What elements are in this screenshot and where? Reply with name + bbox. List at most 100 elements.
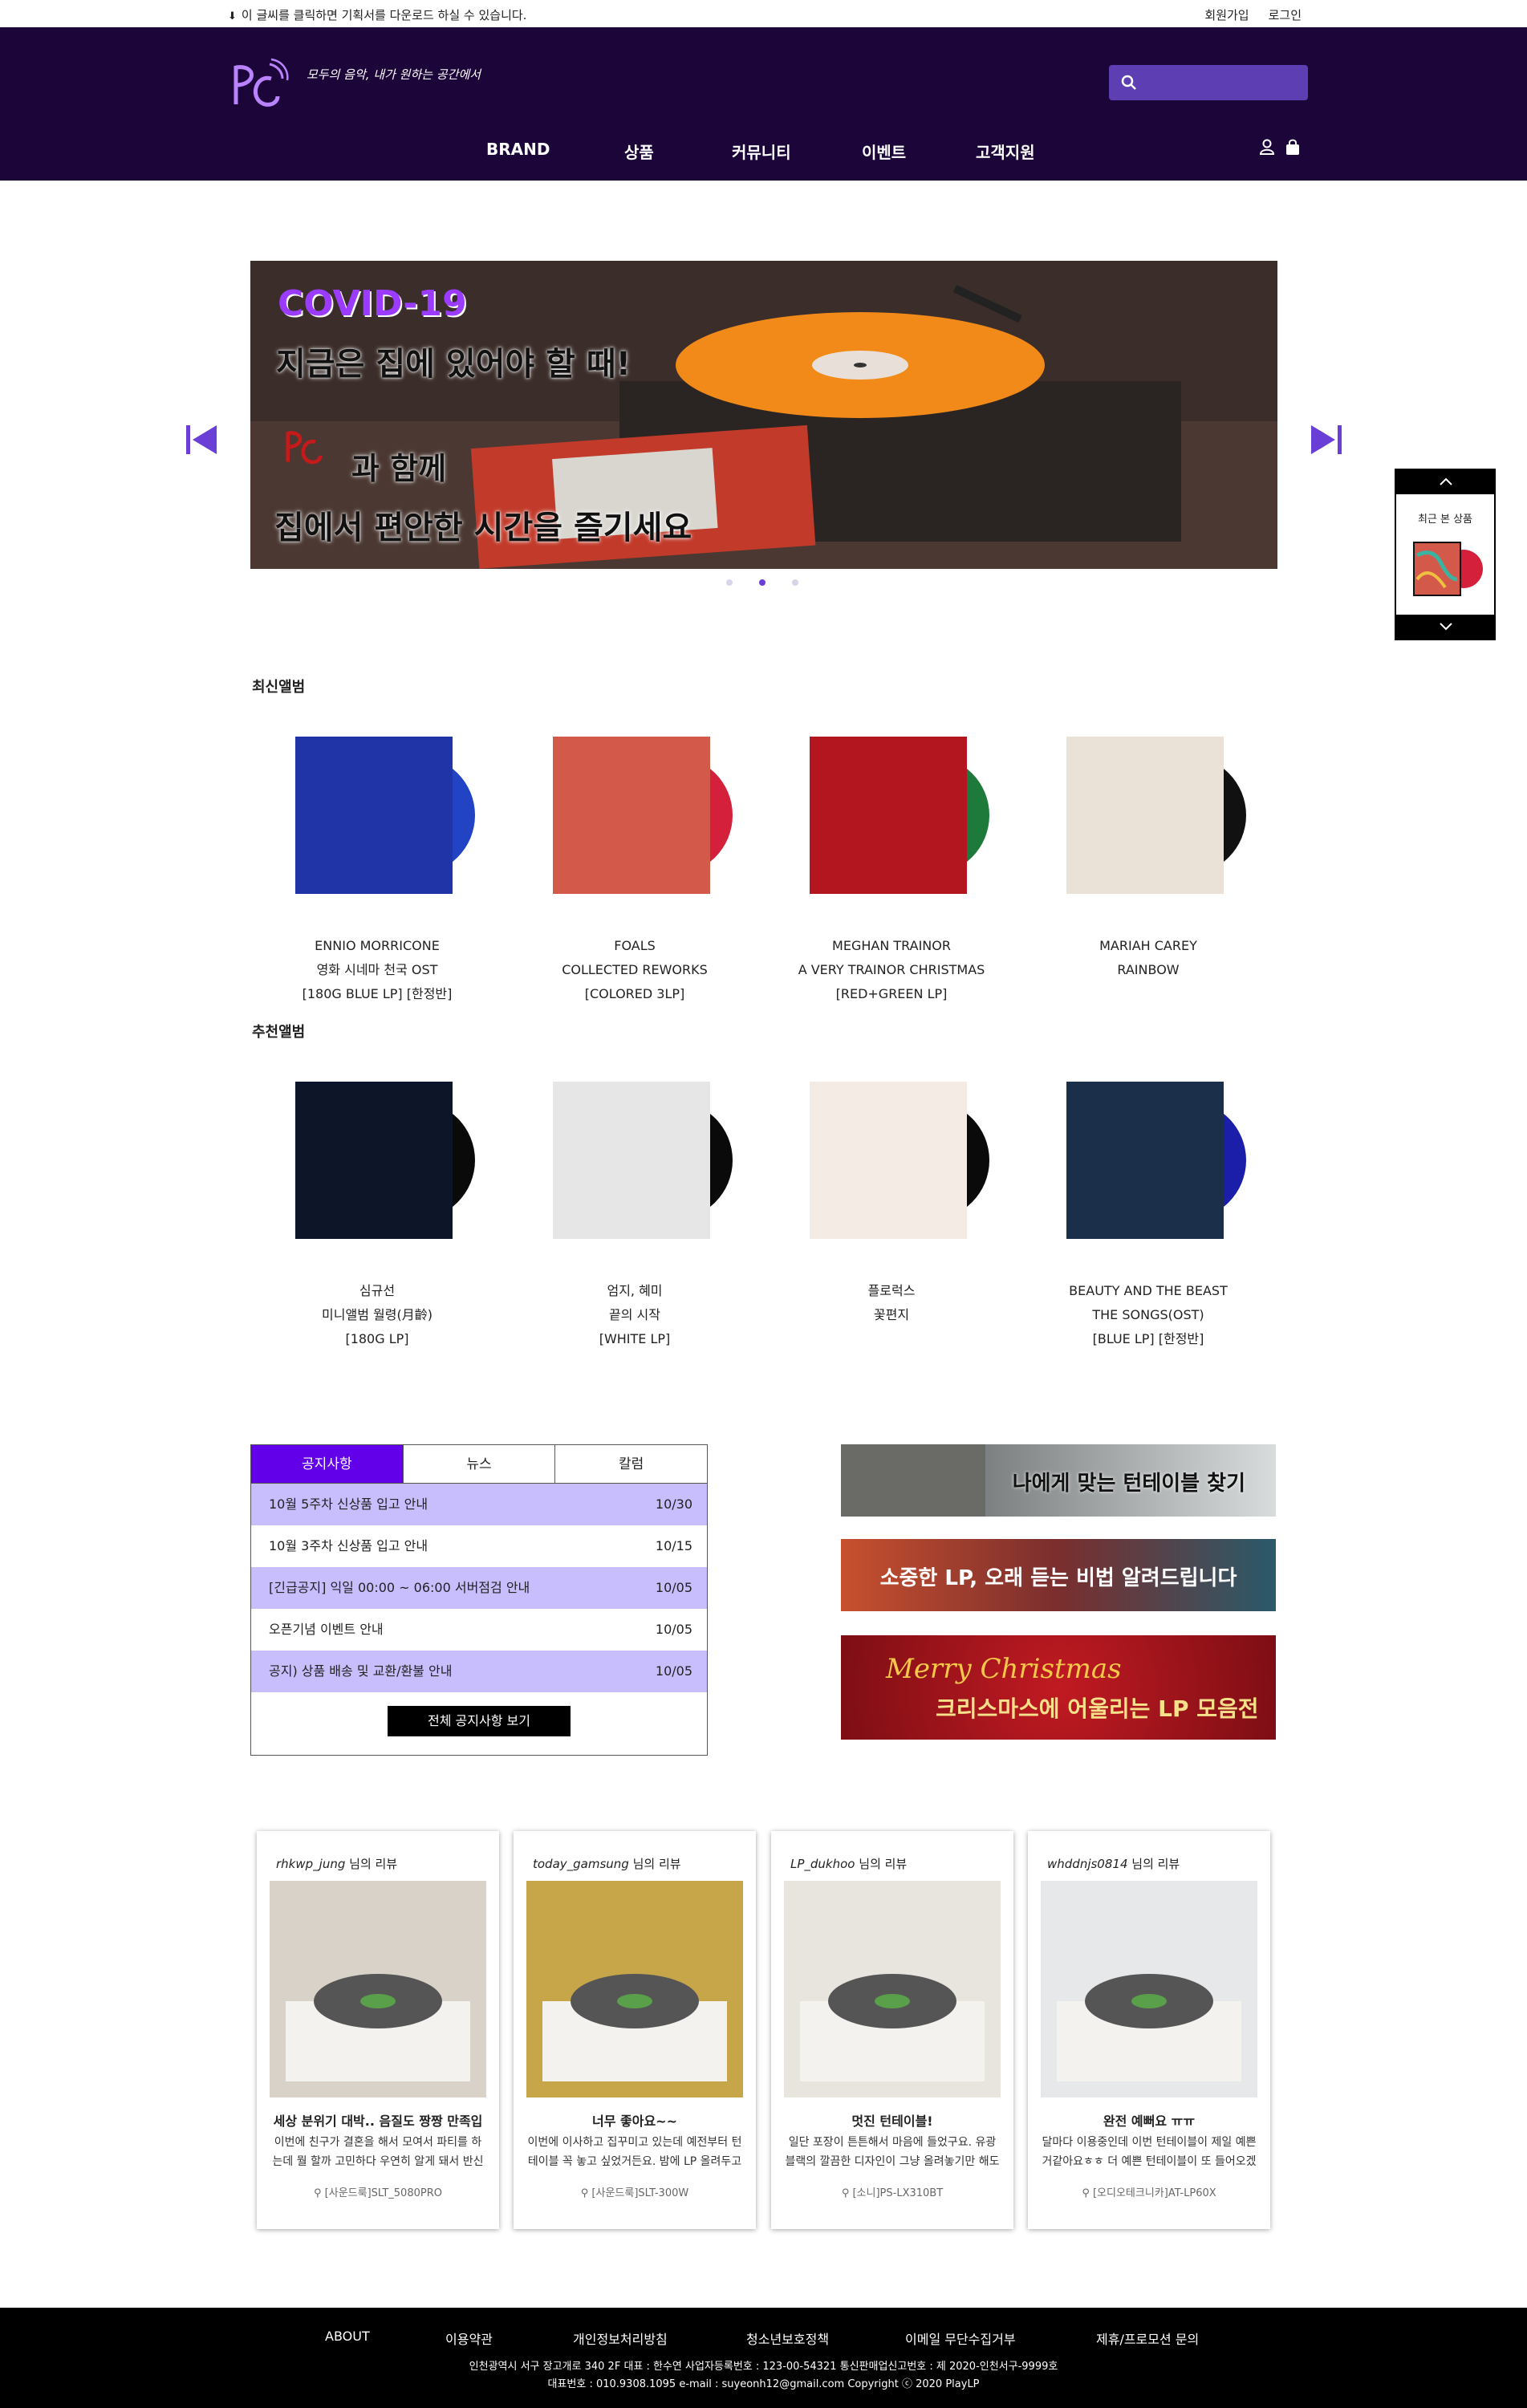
nav-support[interactable]: 고객지원: [976, 140, 1035, 163]
review-title: 세상 분위기 대박.. 음질도 짱짱 만족입: [273, 2114, 483, 2129]
nav-brand[interactable]: BRAND: [486, 140, 550, 159]
slider-dot[interactable]: [792, 579, 798, 586]
banner-christmas[interactable]: Merry Christmas 크리스마스에 어울리는 LP 모음전: [841, 1635, 1276, 1740]
download-text: 이 글씨를 클릭하면 기획서를 다운로드 하실 수 있습니다.: [241, 8, 527, 22]
review-card[interactable]: rhkwp_jung 님의 리뷰 세상 분위기 대박.. 음질도 짱짱 만족입 이번…: [257, 1831, 499, 2229]
album-card[interactable]: 엄지, 혜미끝의 시작 [WHITE LP]: [514, 1080, 755, 1351]
recent-up-button[interactable]: [1396, 470, 1494, 494]
search-icon[interactable]: [1120, 74, 1138, 91]
slider-prev-icon[interactable]: [185, 425, 220, 454]
review-product-name: [사운드룩]SLT_5080PRO: [324, 2187, 442, 2199]
album-cover-image: [553, 737, 733, 894]
banner-text: 크리스마스에 어울리는 LP 모음전: [936, 1695, 1259, 1722]
slogan: 모두의 음악, 내가 원하는 공간에서: [307, 67, 481, 82]
search-input[interactable]: [1109, 65, 1308, 100]
notice-row[interactable]: 10월 5주차 신상품 입고 안내 10/30: [251, 1484, 707, 1525]
album-card[interactable]: MARIAH CAREY RAINBOW: [1028, 735, 1269, 982]
link-icon: ⚲: [580, 2187, 592, 2199]
link-icon: ⚲: [314, 2187, 325, 2199]
tab-notice[interactable]: 공지사항: [251, 1445, 404, 1483]
album-artist: 엄지, 혜미: [607, 1283, 663, 1298]
album-artist: MEGHAN TRAINOR: [832, 938, 951, 953]
review-photo: [526, 1881, 743, 2097]
notice-date: 10/05: [655, 1580, 692, 1595]
slider-dots: [726, 579, 798, 586]
album-edition: [RED+GREEN LP]: [835, 986, 948, 1001]
hero-slider[interactable]: COVID-19 지금은 집에 있어야 할 때! 과 함께 집에서 편안한 시간…: [250, 261, 1277, 569]
album-cover-image: [553, 1082, 733, 1239]
notice-row[interactable]: 공지) 상품 배송 및 교환/환불 안내 10/05: [251, 1651, 707, 1692]
recent-down-button[interactable]: [1396, 615, 1494, 639]
album-card[interactable]: 플로럭스 꽃편지: [771, 1080, 1012, 1327]
notice-row[interactable]: [긴급공지] 익일 00:00 ~ 06:00 서버점검 안내 10/05: [251, 1567, 707, 1609]
notice-title: 공지) 상품 배송 및 교환/환불 안내: [269, 1663, 453, 1679]
slider-dot[interactable]: [726, 579, 733, 586]
review-title: 완전 예뻐요 ㅠㅠ: [1103, 2114, 1196, 2129]
album-title: THE SONGS(OST): [1092, 1307, 1204, 1322]
banner-lp-care[interactable]: 소중한 LP, 오래 듣는 비법 알려드립니다: [841, 1539, 1276, 1611]
chevron-up-icon: [1440, 477, 1452, 485]
slider-next-icon[interactable]: [1308, 425, 1343, 454]
review-suffix: 님의 리뷰: [632, 1857, 681, 1871]
footer-about[interactable]: ABOUT: [325, 2329, 370, 2344]
footer-no-email[interactable]: 이메일 무단수집거부: [905, 2329, 1016, 2348]
recently-viewed-panel: 최근 본 상품: [1395, 469, 1496, 640]
download-link[interactable]: ⬇ 이 글씨를 클릭하면 기획서를 다운로드 하실 수 있습니다.: [228, 6, 526, 23]
review-photo: [270, 1881, 486, 2097]
album-edition: [WHITE LP]: [599, 1331, 671, 1346]
notice-title: 10월 5주차 신상품 입고 안내: [269, 1496, 428, 1512]
nav-event[interactable]: 이벤트: [862, 140, 906, 163]
review-card[interactable]: today_gamsung 님의 리뷰 너무 좋아요~~ 이번에 이사하고 집꾸미고…: [514, 1831, 756, 2229]
shopping-bag-icon[interactable]: [1284, 138, 1302, 156]
footer-youth-policy[interactable]: 청소년보호정책: [746, 2329, 829, 2348]
review-card[interactable]: LP_dukhoo 님의 리뷰 멋진 턴테이블! 일단 포장이 튼튼해서 마음에 들…: [771, 1831, 1013, 2229]
album-title: 끝의 시작: [609, 1307, 660, 1322]
review-card[interactable]: whddnjs0814 님의 리뷰 완전 예뻐요 ㅠㅠ 달마다 이용중인데 이번 턴…: [1028, 1831, 1270, 2229]
login-link[interactable]: 로그인: [1269, 6, 1302, 23]
review-product-name: [오디오테크니카]AT-LP60X: [1092, 2187, 1216, 2199]
footer-partnership[interactable]: 제휴/프로모션 문의: [1096, 2329, 1199, 2348]
notice-row[interactable]: 오픈기념 이벤트 안내 10/05: [251, 1609, 707, 1651]
slider-dot-active[interactable]: [759, 579, 766, 586]
review-product: ⚲ [사운드룩]SLT-300W: [514, 2184, 756, 2199]
hero-text-stay-home: 지금은 집에 있어야 할 때!: [276, 346, 631, 383]
footer-privacy[interactable]: 개인정보처리방침: [573, 2329, 668, 2348]
review-product-name: [소니]PS-LX310BT: [852, 2187, 944, 2199]
account-links: 회원가입 로그인: [1204, 6, 1302, 23]
banner-turntable-finder[interactable]: 나에게 맞는 턴테이블 찾기: [841, 1444, 1276, 1517]
album-card[interactable]: MEGHAN TRAINOR A VERY TRAINOR CHRISTMAS [R…: [771, 735, 1012, 1006]
site-logo[interactable]: [225, 56, 289, 114]
notice-date: 10/15: [655, 1538, 692, 1553]
notice-title: 오픈기념 이벤트 안내: [269, 1622, 384, 1637]
link-icon: ⚲: [841, 2187, 853, 2199]
nav-products[interactable]: 상품: [624, 140, 654, 163]
notice-board: 공지사항 뉴스 칼럼 10월 5주차 신상품 입고 안내 10/30 10월 3…: [250, 1444, 708, 1756]
album-cover-image: [1066, 737, 1246, 894]
banner-script: Merry Christmas: [886, 1653, 1122, 1685]
review-text: 이번에 이사하고 집꾸미고 있는데 예전부터 턴테이블 꼭 놓고 싶었거든요. …: [527, 2136, 742, 2168]
album-cover-image: [295, 737, 475, 894]
tab-column[interactable]: 칼럼: [555, 1445, 707, 1483]
banner-text: 나에게 맞는 턴테이블 찾기: [1012, 1472, 1245, 1496]
signup-link[interactable]: 회원가입: [1204, 6, 1249, 23]
album-card[interactable]: 심규선 미니앨범 월령(月齡) [180G LP]: [257, 1080, 497, 1351]
tab-news[interactable]: 뉴스: [404, 1445, 556, 1483]
album-card[interactable]: FOALS COLLECTED REWORKS [COLORED 3LP]: [514, 735, 755, 1006]
notice-row[interactable]: 10월 3주차 신상품 입고 안내 10/15: [251, 1525, 707, 1567]
review-author: LP_dukhoo 님의 리뷰: [790, 1855, 907, 1872]
user-icon[interactable]: [1258, 138, 1276, 156]
chevron-down-icon: [1440, 623, 1452, 631]
review-photo: [1041, 1881, 1257, 2097]
album-card[interactable]: BEAUTY AND THE BEAST THE SONGS(OST) [BLUE …: [1028, 1080, 1269, 1351]
link-icon: ⚲: [1082, 2187, 1093, 2199]
album-title: 꽃편지: [873, 1307, 910, 1322]
nav-community[interactable]: 커뮤니티: [732, 140, 791, 163]
footer-terms[interactable]: 이용약관: [445, 2329, 493, 2348]
album-title: COLLECTED REWORKS: [562, 962, 708, 977]
album-artist: ENNIO MORRICONE: [315, 938, 440, 953]
review-product: ⚲ [오디오테크니카]AT-LP60X: [1028, 2184, 1270, 2199]
all-notices-button[interactable]: 전체 공지사항 보기: [388, 1706, 571, 1736]
recent-product-thumb[interactable]: [1409, 539, 1483, 599]
review-username: rhkwp_jung: [276, 1857, 346, 1871]
album-card[interactable]: ENNIO MORRICONE 영화 시네마 천국 OST [180G BLUE L…: [257, 735, 497, 1006]
